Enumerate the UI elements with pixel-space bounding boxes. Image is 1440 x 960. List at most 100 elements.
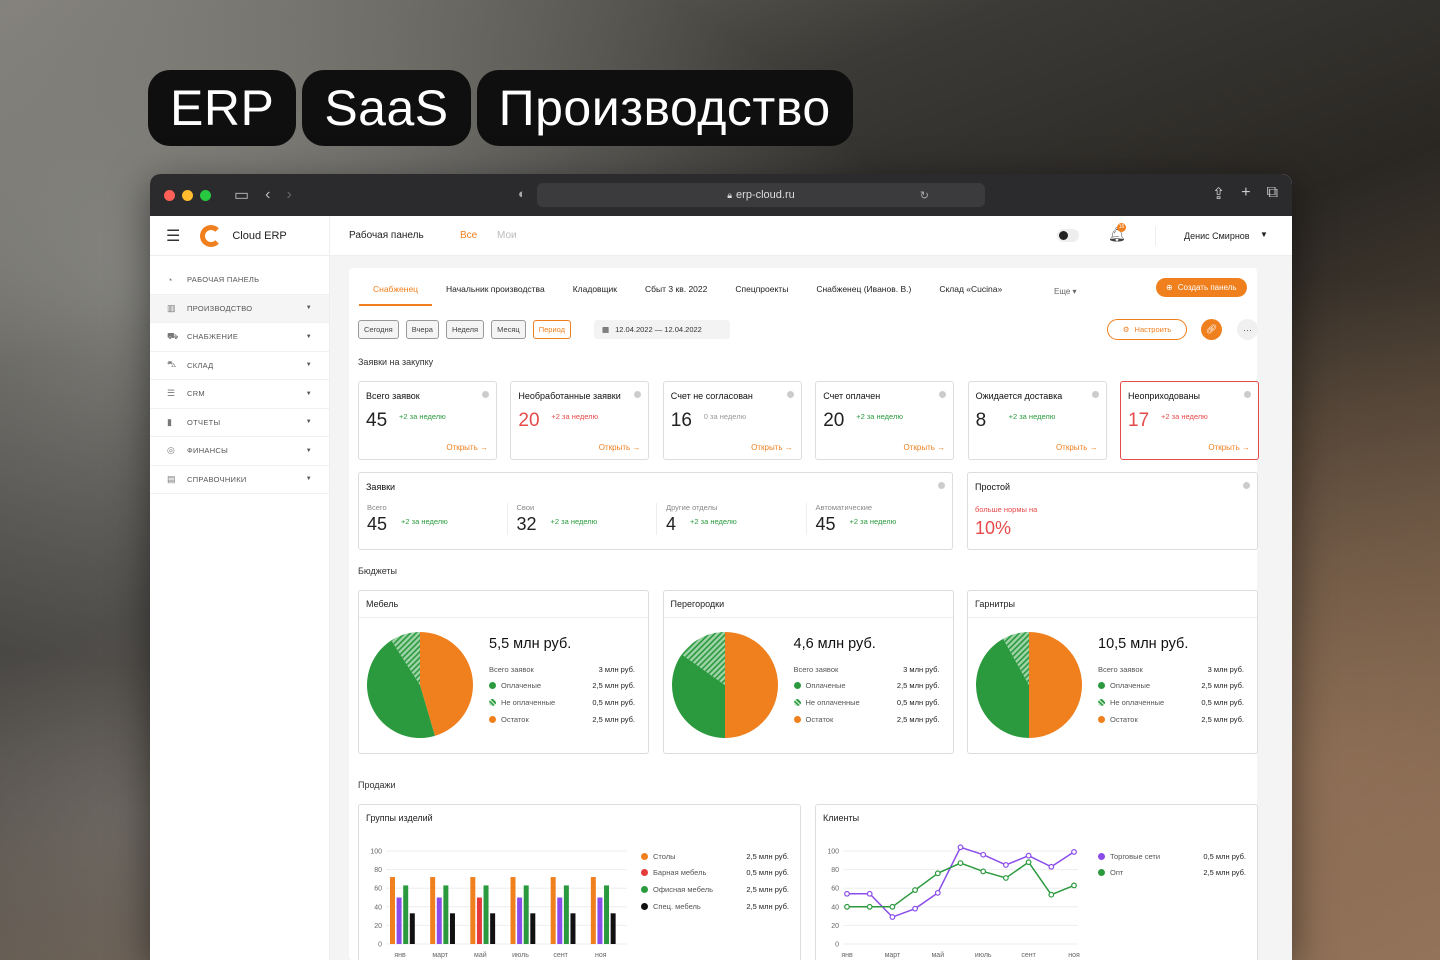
period-chip[interactable]: Период [532,320,572,339]
menu-icon[interactable]: ☰ [166,226,180,246]
open-link[interactable]: Открыть → [599,443,641,452]
sidebar-item[interactable]: ◎ ФИНАНСЫ ▼ [150,437,329,466]
bar[interactable] [430,877,436,944]
open-link[interactable]: Открыть → [751,443,793,452]
bar[interactable] [390,877,395,944]
open-link[interactable]: Открыть → [446,443,488,452]
period-chip[interactable]: Неделя [445,320,485,339]
data-point[interactable] [912,887,918,893]
info-icon[interactable] [482,391,489,398]
maximize-window-dot[interactable] [200,189,211,201]
date-range-picker[interactable]: ▦ 12.04.2022 — 12.04.2022 [594,320,730,339]
more-button[interactable]: ··· [1237,319,1258,340]
data-point[interactable] [934,889,941,896]
minimize-window-dot[interactable] [182,189,193,201]
open-link[interactable]: Открыть → [1056,443,1098,452]
bar[interactable] [523,885,529,944]
sidebar-item[interactable]: ⛟ СНАБЖЕНИЕ ▼ [150,323,329,352]
back-icon[interactable]: ‹ [265,186,270,204]
bar[interactable] [517,897,523,945]
create-panel-button[interactable]: ⊕ Создать панель [1156,278,1247,297]
data-point[interactable] [980,851,987,858]
tab[interactable]: Начальник производства [432,284,559,306]
close-window-dot[interactable] [164,189,175,201]
series-line[interactable] [847,861,1075,908]
info-icon[interactable] [1243,482,1250,489]
open-link[interactable]: Открыть → [904,443,946,452]
tab[interactable]: Спецпроекты [721,284,802,306]
chevron-down-icon[interactable]: ▼ [1260,230,1268,239]
configure-button[interactable]: ⚙ Настроить [1107,319,1187,340]
data-point[interactable] [980,868,987,875]
sidebar-item[interactable]: ▤ СПРАВОЧНИКИ ▼ [150,466,329,494]
pie-slice-rest[interactable] [1029,632,1082,738]
data-point[interactable] [1071,882,1077,889]
period-chip[interactable]: Вчера [405,320,439,339]
data-point[interactable] [934,870,941,877]
data-point[interactable] [1002,862,1009,868]
link-button[interactable]: 🔗︎ [1201,319,1222,340]
tab[interactable]: Сбыт 3 кв. 2022 [631,284,721,306]
share-icon[interactable]: ⇪ [1212,184,1225,204]
data-point[interactable] [889,914,896,920]
data-point[interactable] [866,890,873,897]
info-icon[interactable] [634,391,642,398]
period-chip[interactable]: Месяц [491,320,526,339]
bar[interactable] [510,877,516,944]
new-tab-icon[interactable]: + [1241,184,1250,204]
sidebar-item[interactable]: ▥ ПРОИЗВОДСТВО ▼ [150,294,329,323]
tab-more[interactable]: Еще ▾ [1054,287,1077,296]
bar[interactable] [590,877,596,944]
filter-all[interactable]: Все [460,230,477,241]
bar[interactable] [396,897,402,945]
bar[interactable] [557,897,563,945]
info-icon[interactable] [1091,391,1099,398]
data-point[interactable] [844,903,850,910]
bar[interactable] [490,913,496,944]
bar[interactable] [449,913,455,944]
data-point[interactable] [866,903,873,910]
data-point[interactable] [957,844,964,851]
data-point[interactable] [1025,852,1032,859]
bar[interactable] [530,913,536,944]
tabs-overview-icon[interactable]: ⧉ [1267,184,1278,204]
bar[interactable] [470,877,476,944]
bar[interactable] [436,897,442,945]
tab[interactable]: Снабженец (Иванов. В.) [802,284,925,306]
info-icon[interactable] [786,391,794,398]
address-bar[interactable]: 🔒︎ erp-cloud.ru ↻ [537,183,985,207]
bar[interactable] [563,885,569,944]
data-point[interactable] [1048,863,1055,870]
tab[interactable]: Кладовщик [559,284,631,306]
bar[interactable] [550,877,556,944]
bar[interactable] [610,913,616,944]
chevron-down-icon[interactable]: ▼ [306,334,312,340]
bar[interactable] [483,885,489,944]
reload-icon[interactable]: ↻ [920,189,929,202]
sidebar-item[interactable]: ☰ CRM ▼ [150,380,329,409]
bar[interactable] [409,913,415,944]
chevron-down-icon[interactable]: ▼ [306,305,312,311]
forward-icon[interactable]: › [286,186,291,204]
chevron-down-icon[interactable]: ▼ [306,419,312,425]
data-point[interactable] [889,903,896,910]
bar[interactable] [476,897,482,945]
user-name[interactable]: Денис Смирнов [1184,231,1250,241]
data-point[interactable] [1048,891,1055,898]
chevron-down-icon[interactable]: ▼ [306,391,312,397]
data-point[interactable] [1002,875,1009,881]
sidebar-item[interactable]: ⛍ СКЛАД ▼ [150,352,329,380]
pie-slice-rest[interactable] [724,632,778,738]
sidebar-item[interactable]: ▮ ОТЧЕТЫ ▼ [150,409,329,437]
data-point[interactable] [957,860,964,866]
data-point[interactable] [1025,859,1032,866]
info-icon[interactable] [938,482,945,489]
bar[interactable] [597,897,603,945]
info-icon[interactable] [1244,391,1251,398]
tab[interactable]: Склад «Cucina» [925,284,1016,306]
bar[interactable] [443,885,449,944]
info-icon[interactable] [939,391,947,398]
theme-toggle[interactable] [1057,229,1079,242]
data-point[interactable] [844,890,850,897]
open-link[interactable]: Открыть → [1208,443,1250,452]
